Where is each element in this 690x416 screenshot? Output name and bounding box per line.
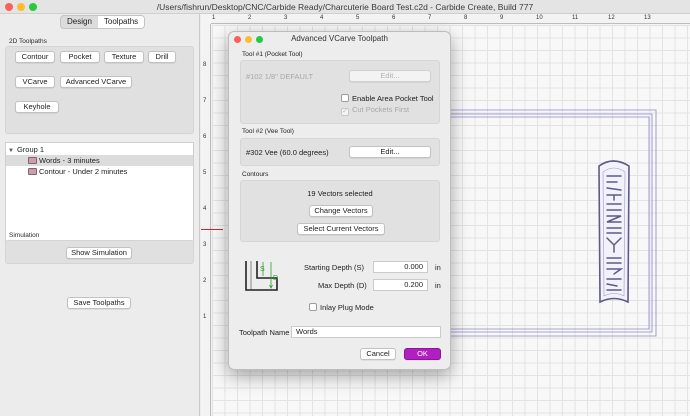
contours-panel: 19 Vectors selected Change Vectors Selec…	[240, 180, 440, 242]
advanced-vcarve-dialog: Advanced VCarve Toolpath Tool #1 (Pocket…	[228, 31, 451, 370]
select-current-vectors-button[interactable]: Select Current Vectors	[297, 223, 385, 235]
starting-depth-label: Starting Depth (S)	[304, 263, 365, 272]
tree-group-row[interactable]: ▼ Group 1	[6, 144, 193, 155]
carved-text-arch[interactable]	[598, 160, 630, 304]
change-vectors-button[interactable]: Change Vectors	[309, 205, 373, 217]
toolpath-name-label: Toolpath Name	[239, 328, 290, 337]
dialog-title: Advanced VCarve Toolpath	[291, 34, 388, 43]
panel-tabs: Design Toolpaths	[60, 15, 146, 29]
toolpath-icon	[28, 168, 37, 175]
check-icon[interactable]: ✓	[341, 108, 349, 116]
toolpath-tree[interactable]: ▼ Group 1 Words - 3 minutes Contour - Und…	[5, 142, 194, 246]
pocket-button[interactable]: Pocket	[60, 51, 100, 63]
tree-item-label: Words - 3 minutes	[39, 156, 100, 165]
tree-item-words[interactable]: Words - 3 minutes	[6, 155, 193, 166]
show-simulation-button[interactable]: Show Simulation	[66, 247, 132, 259]
cut-pockets-first-label: Cut Pockets First	[352, 105, 410, 114]
cancel-button[interactable]: Cancel	[360, 348, 396, 360]
tree-item-label: Contour - Under 2 minutes	[39, 167, 128, 176]
drill-button[interactable]: Drill	[148, 51, 176, 63]
texture-button[interactable]: Texture	[104, 51, 144, 63]
contour-button[interactable]: Contour	[15, 51, 55, 63]
tab-design[interactable]: Design	[61, 16, 98, 28]
checkbox-box[interactable]	[341, 94, 349, 102]
tool1-edit-button[interactable]: Edit...	[349, 70, 431, 82]
max-depth-unit: in	[435, 281, 441, 290]
tab-toolpaths[interactable]: Toolpaths	[97, 16, 145, 28]
tool1-label: Tool #1 (Pocket Tool)	[242, 51, 303, 58]
depth-diagram-icon: S D	[245, 261, 278, 291]
toolpaths-section-label: 2D Toolpaths	[9, 38, 47, 45]
vectors-selected-text: 19 Vectors selected	[307, 189, 373, 198]
window-titlebar: /Users/fishrun/Desktop/CNC/Carbide Ready…	[0, 0, 690, 14]
inlay-plug-mode-label: Inlay Plug Mode	[320, 303, 374, 312]
vcarve-button[interactable]: VCarve	[15, 76, 55, 88]
tree-item-contour[interactable]: Contour - Under 2 minutes	[6, 166, 193, 177]
cut-pockets-first-checkbox[interactable]: ✓ Cut Pockets First	[341, 105, 409, 116]
save-toolpaths-button[interactable]: Save Toolpaths	[67, 297, 131, 309]
ok-button[interactable]: OK	[404, 348, 441, 360]
keyhole-button[interactable]: Keyhole	[15, 101, 59, 113]
advanced-vcarve-button[interactable]: Advanced VCarve	[60, 76, 132, 88]
simulation-section-label: Simulation	[9, 232, 40, 239]
window-title: /Users/fishrun/Desktop/CNC/Carbide Ready…	[156, 2, 534, 12]
starting-depth-input[interactable]: 0.000	[373, 261, 428, 273]
toolpath-name-input[interactable]: Words	[291, 326, 441, 338]
contours-label: Contours	[242, 171, 269, 178]
tool2-name: #302 Vee (60.0 degrees)	[246, 148, 329, 157]
enable-area-pocket-label: Enable Area Pocket Tool	[352, 94, 434, 103]
tool1-name: #102 1/8" DEFAULT	[246, 72, 314, 81]
depth-s-letter: S	[260, 266, 265, 273]
tool2-edit-button[interactable]: Edit...	[349, 146, 431, 158]
tool2-panel: #302 Vee (60.0 degrees) Edit...	[240, 138, 440, 166]
tool2-label: Tool #2 (Vee Tool)	[242, 128, 294, 135]
inlay-plug-mode-checkbox[interactable]: Inlay Plug Mode	[309, 303, 374, 312]
enable-area-pocket-checkbox[interactable]: Enable Area Pocket Tool	[341, 94, 434, 103]
max-depth-input[interactable]: 0.200	[373, 279, 428, 291]
depth-d-letter: D	[273, 275, 278, 282]
tool1-panel: #102 1/8" DEFAULT Edit... Enable Area Po…	[240, 60, 440, 124]
max-depth-label: Max Depth (D)	[318, 281, 367, 290]
checkbox-box[interactable]	[309, 303, 317, 311]
starting-depth-unit: in	[435, 263, 441, 272]
tree-group-label: Group 1	[16, 145, 45, 154]
left-panel: Design Toolpaths 2D Toolpaths Contour Po…	[0, 14, 200, 416]
toolpath-icon	[28, 157, 37, 164]
